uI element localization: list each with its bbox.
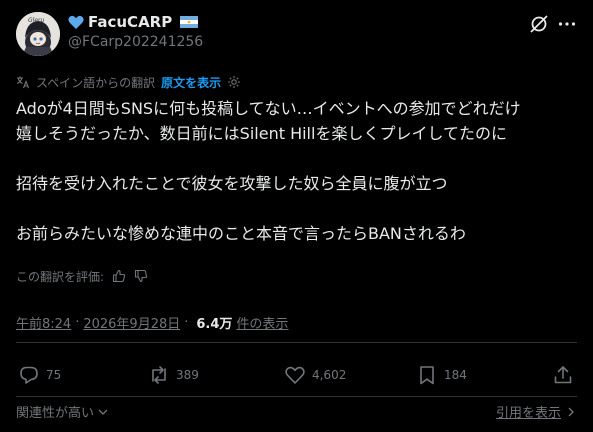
views-count[interactable]: 6.4万 <box>196 313 232 332</box>
tweet-line: 招待を受け入れたことで彼女を攻撃した奴ら全員に腹が立つ <box>16 174 448 193</box>
reply-count: 75 <box>46 368 62 382</box>
chevron-down-icon <box>98 409 108 415</box>
tweet-date[interactable]: 2026年9月28日 <box>83 313 180 332</box>
like-count: 4,602 <box>312 368 347 382</box>
tweet-line: 嬉しそうだったか、数日前にはSilent Hillを楽しくプレイしてたのに <box>16 124 507 143</box>
display-name[interactable]: FacuCARP <box>88 13 172 31</box>
avatar[interactable]: Gleru <box>16 12 60 56</box>
thumbs-up-icon[interactable] <box>112 269 126 283</box>
share-icon <box>554 366 572 384</box>
show-original-link[interactable]: 原文を表示 <box>161 74 221 91</box>
share-button[interactable] <box>552 364 574 386</box>
argentina-flag-icon <box>180 16 199 28</box>
bookmark-button[interactable]: 184 <box>416 364 467 386</box>
repost-count: 389 <box>176 368 199 382</box>
views-label[interactable]: 件の表示 <box>236 313 288 332</box>
divider <box>16 342 577 343</box>
blue-heart-icon <box>68 15 84 29</box>
user-handle[interactable]: @FCarp202241256 <box>68 34 203 50</box>
reply-icon <box>20 366 38 384</box>
translate-icon <box>16 76 30 89</box>
meta-separator: · <box>75 314 80 330</box>
sort-label: 関連性が高い <box>16 406 95 421</box>
like-button[interactable]: 4,602 <box>284 364 346 386</box>
repost-button[interactable]: 389 <box>148 364 199 386</box>
translation-notice-text: スペイン語からの翻訳 <box>36 75 156 90</box>
tweet-text: Adoが4日間もSNSに何も投稿してない…イベントへの参加でどれだけ 嬉しそうだ… <box>16 96 581 246</box>
tweet-line: Adoが4日間もSNSに何も投稿してない…イベントへの参加でどれだけ <box>16 99 521 118</box>
settings-gear-icon[interactable] <box>227 75 241 89</box>
view-quotes-label: 引用を表示 <box>495 406 561 421</box>
thumbs-down-icon[interactable] <box>134 269 148 283</box>
repost-icon <box>152 366 166 384</box>
rate-translation-label: この翻訳を評価: <box>16 269 105 284</box>
more-options-icon[interactable] <box>557 14 577 34</box>
tweet-meta: 午前8:24 · 2026年9月28日 · 6.4万 件の表示 <box>16 312 288 332</box>
tweet-header: Gleru FacuCARP @FCarp202241256 <box>16 12 577 60</box>
tweet-line: お前らみたいな惨めな連中のこと本音で言ったらBANされるわ <box>16 224 466 243</box>
avatar-caption: Gleru <box>28 17 44 24</box>
replies-footer: 関連性が高い 引用を表示 <box>16 400 577 421</box>
chevron-right-icon <box>568 407 574 416</box>
view-quotes-link[interactable]: 引用を表示 <box>496 402 577 421</box>
translation-notice: スペイン語からの翻訳 原文を表示 <box>16 72 241 92</box>
sort-dropdown[interactable]: 関連性が高い <box>16 402 109 421</box>
name-row[interactable]: FacuCARP <box>68 12 199 32</box>
bookmark-count: 184 <box>444 368 467 382</box>
like-heart-icon <box>285 366 305 384</box>
action-bar: 75 389 4,602 184 <box>16 364 577 388</box>
reply-button[interactable]: 75 <box>18 364 61 386</box>
avatar-image: Gleru <box>16 12 60 56</box>
meta-separator: · <box>184 314 189 330</box>
rate-translation: この翻訳を評価: <box>16 266 148 286</box>
grok-icon[interactable] <box>529 14 549 34</box>
tweet-time[interactable]: 午前8:24 <box>16 313 71 332</box>
divider <box>16 396 577 397</box>
bookmark-icon <box>420 366 434 385</box>
